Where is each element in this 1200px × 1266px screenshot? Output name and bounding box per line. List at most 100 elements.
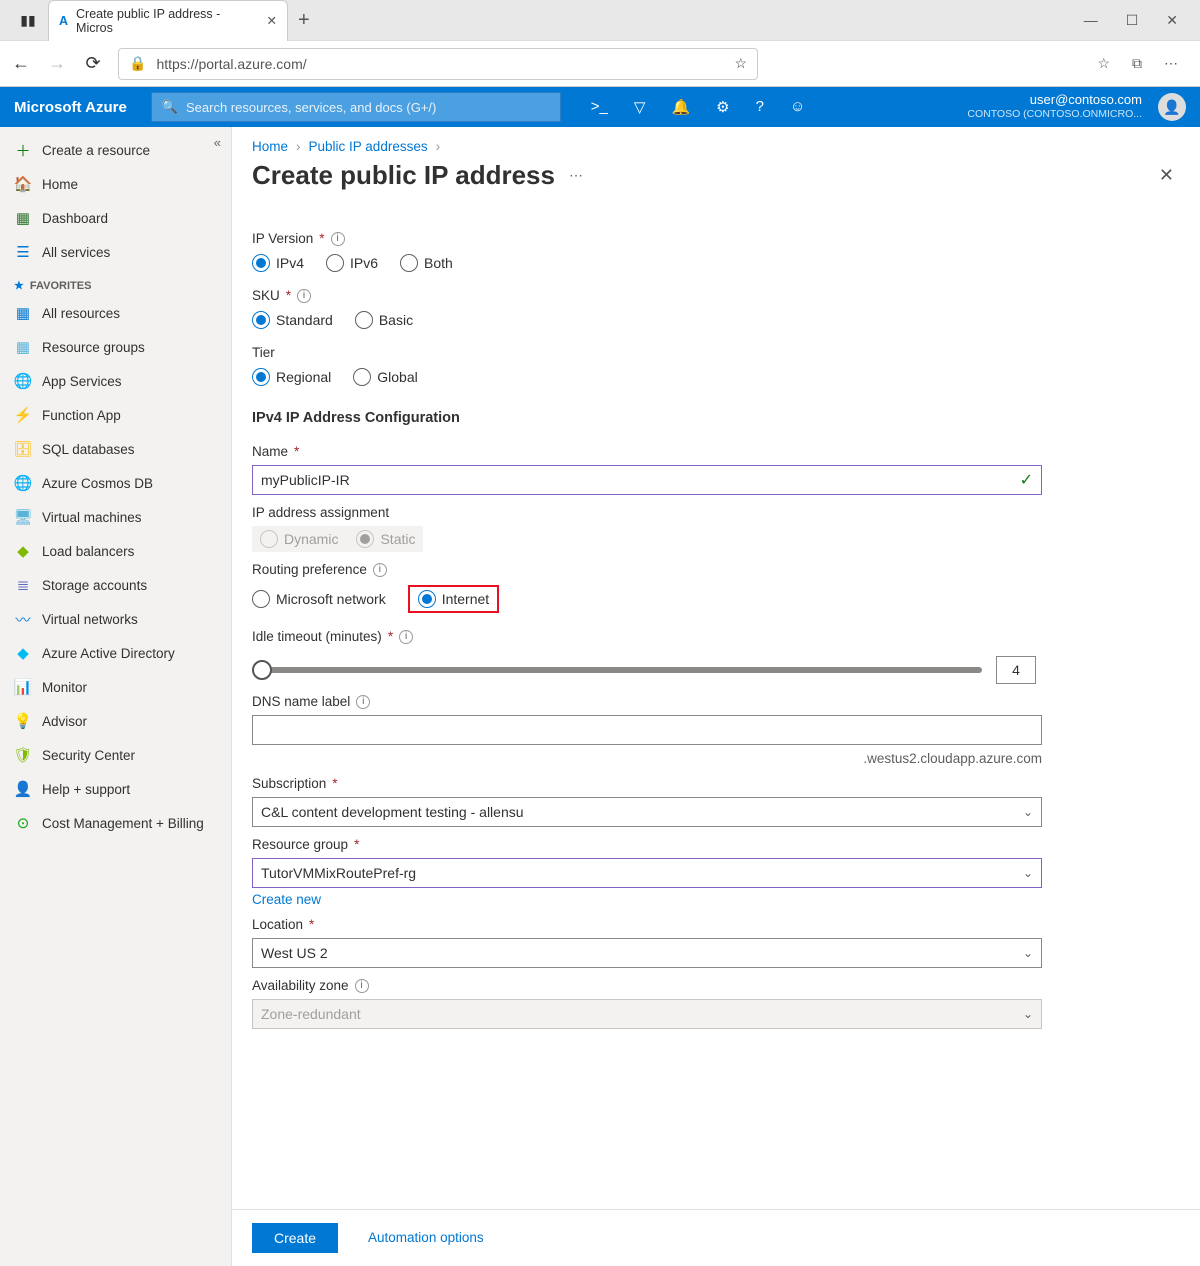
idle-timeout-value[interactable]: 4 (996, 656, 1036, 684)
settings-icon[interactable]: ⚙ (716, 98, 729, 116)
radio-sku-basic[interactable]: Basic (355, 311, 413, 329)
radio-tier-regional[interactable]: Regional (252, 368, 331, 386)
info-icon[interactable]: i (297, 289, 311, 303)
create-button[interactable]: Create (252, 1223, 338, 1253)
sidebar-item-security-center[interactable]: 🛡Security Center (0, 738, 231, 772)
browser-tab[interactable]: A Create public IP address - Micros ✕ (48, 0, 288, 41)
select-resource-group[interactable]: TutorVMMixRoutePref-rg⌄ (252, 858, 1042, 888)
info-icon[interactable]: i (373, 563, 387, 577)
directories-icon[interactable]: ▽ (634, 98, 646, 116)
search-placeholder: Search resources, services, and docs (G+… (186, 100, 436, 115)
assignment-disabled-group: Dynamic Static (252, 526, 423, 552)
address-bar[interactable]: 🔒 https://portal.azure.com/ ☆ (118, 48, 758, 80)
label-ip-version: IP Version*i (252, 221, 1180, 252)
chevron-right-icon: › (296, 139, 301, 154)
sidebar-item-resource-groups[interactable]: ▦Resource groups (0, 330, 231, 364)
search-icon: 🔍 (162, 99, 178, 115)
info-icon[interactable]: i (331, 232, 345, 246)
label-resource-group: Resource group* (252, 827, 1180, 858)
sidebar-item-label: Azure Cosmos DB (42, 476, 153, 491)
info-icon[interactable]: i (355, 979, 369, 993)
idle-timeout-slider[interactable] (252, 667, 982, 673)
radio-sku-standard[interactable]: Standard (252, 311, 333, 329)
azure-favicon: A (59, 14, 68, 28)
sidebar-item-sql-databases[interactable]: 🗄SQL databases (0, 432, 231, 466)
service-icon: 💡 (14, 712, 32, 730)
sidebar-item-function-app[interactable]: ⚡Function App (0, 398, 231, 432)
new-tab-button[interactable]: + (298, 9, 310, 32)
breadcrumb-parent[interactable]: Public IP addresses (309, 139, 428, 154)
radio-ipv4[interactable]: IPv4 (252, 254, 304, 272)
link-create-new-rg[interactable]: Create new (252, 888, 321, 907)
service-icon: 🗄 (14, 440, 32, 458)
info-icon[interactable]: i (356, 695, 370, 709)
collections-icon[interactable]: ⧉ (1132, 55, 1142, 72)
sidebar-item-label: All resources (42, 306, 120, 321)
select-subscription[interactable]: C&L content development testing - allens… (252, 797, 1042, 827)
sidebar-item-monitor[interactable]: 📊Monitor (0, 670, 231, 704)
input-name[interactable]: myPublicIP-IR ✓ (252, 465, 1042, 495)
sidebar-item-label: Storage accounts (42, 578, 147, 593)
back-icon[interactable]: ← (10, 53, 32, 74)
service-icon: ⚡ (14, 406, 32, 424)
close-window-icon[interactable]: ✕ (1166, 12, 1178, 29)
sidebar-dashboard[interactable]: ▦Dashboard (0, 201, 231, 235)
radio-routing-internet[interactable]: Internet (418, 590, 489, 608)
favorites-icon[interactable]: ☆ (1097, 55, 1110, 72)
sidebar-item-all-resources[interactable]: ▦ All resources (0, 296, 231, 330)
close-blade-icon[interactable]: ✕ (1159, 165, 1180, 186)
global-search[interactable]: 🔍 Search resources, services, and docs (… (151, 92, 561, 122)
notifications-icon[interactable]: 🔔 (671, 98, 690, 116)
service-icon: ▦ (14, 304, 32, 322)
service-icon: 〰 (14, 610, 32, 628)
sidebar-item-help-support[interactable]: 👤Help + support (0, 772, 231, 806)
help-icon[interactable]: ? (756, 98, 764, 116)
info-icon[interactable]: i (399, 630, 413, 644)
sidebar-create-resource[interactable]: ＋Create a resource (0, 133, 231, 167)
maximize-icon[interactable]: ☐ (1126, 12, 1139, 29)
radio-static: Static (356, 530, 415, 548)
radio-ipv6[interactable]: IPv6 (326, 254, 378, 272)
input-dns-label[interactable] (252, 715, 1042, 745)
radio-both[interactable]: Both (400, 254, 453, 272)
sidebar-home[interactable]: 🏠Home (0, 167, 231, 201)
sidebar-item-cost-management-billing[interactable]: ⊙Cost Management + Billing (0, 806, 231, 840)
slider-thumb[interactable] (252, 660, 272, 680)
service-icon: ⊙ (14, 814, 32, 832)
blade-content: Home › Public IP addresses › Create publ… (232, 127, 1200, 1266)
label-routing: Routing preferencei (252, 552, 1180, 583)
list-icon: ☰ (14, 243, 32, 261)
sidebar-item-label: Help + support (42, 782, 130, 797)
label-name: Name* (252, 434, 1180, 465)
sidebar-all-services[interactable]: ☰All services (0, 235, 231, 269)
radio-routing-microsoft[interactable]: Microsoft network (252, 590, 386, 608)
sidebar-item-azure-cosmos-db[interactable]: 🌐Azure Cosmos DB (0, 466, 231, 500)
star-icon[interactable]: ☆ (734, 55, 747, 72)
sidebar-item-advisor[interactable]: 💡Advisor (0, 704, 231, 738)
breadcrumb-home[interactable]: Home (252, 139, 288, 154)
more-commands-icon[interactable]: ⋯ (569, 167, 583, 184)
avatar[interactable]: 👤 (1158, 93, 1186, 121)
azure-logo[interactable]: Microsoft Azure (14, 99, 127, 116)
refresh-icon[interactable]: ⟳ (82, 53, 104, 74)
link-automation-options[interactable]: Automation options (368, 1230, 484, 1245)
sidebar-item-azure-active-directory[interactable]: ◆Azure Active Directory (0, 636, 231, 670)
feedback-icon[interactable]: ☺ (790, 98, 805, 116)
more-icon[interactable]: ⋯ (1164, 55, 1178, 72)
sidebar-item-load-balancers[interactable]: ◆Load balancers (0, 534, 231, 568)
collapse-sidebar-icon[interactable]: « (214, 135, 221, 150)
sidebar-item-label: Home (42, 177, 78, 192)
user-account[interactable]: user@contoso.com CONTOSO (CONTOSO.ONMICR… (967, 93, 1148, 121)
sidebar-item-virtual-machines[interactable]: 🖥Virtual machines (0, 500, 231, 534)
sidebar-item-app-services[interactable]: 🌐App Services (0, 364, 231, 398)
sidebar-item-storage-accounts[interactable]: ≣Storage accounts (0, 568, 231, 602)
cloud-shell-icon[interactable]: >_ (591, 98, 608, 116)
close-tab-icon[interactable]: ✕ (267, 13, 277, 28)
forward-icon[interactable]: → (46, 53, 68, 74)
radio-tier-global[interactable]: Global (353, 368, 417, 386)
sidebar-item-virtual-networks[interactable]: 〰Virtual networks (0, 602, 231, 636)
radio-dynamic: Dynamic (260, 530, 338, 548)
tabs-button[interactable]: ▮▮ (8, 12, 48, 29)
select-location[interactable]: West US 2⌄ (252, 938, 1042, 968)
minimize-icon[interactable]: — (1084, 12, 1098, 29)
